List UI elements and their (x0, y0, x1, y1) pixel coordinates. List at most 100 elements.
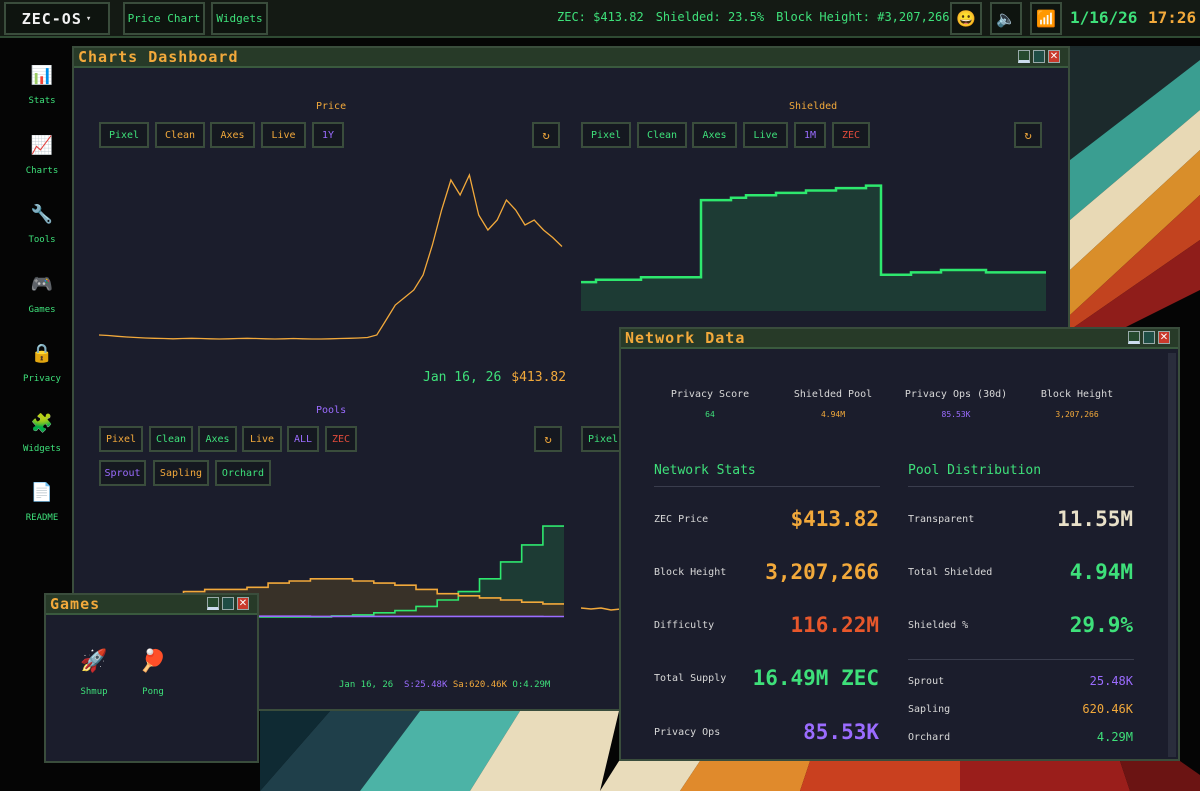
network-stats-title: Network Stats (654, 463, 756, 478)
divider (908, 486, 1134, 487)
pool-detail-value: 25.48K (1089, 674, 1133, 688)
games-window: Games ✕ 🚀 Shmup 🏓 Pong (44, 593, 259, 763)
minimize-icon[interactable] (1018, 50, 1030, 63)
pools-unit-button[interactable]: ZEC (325, 426, 357, 452)
game-label: Shmup (80, 687, 108, 697)
smiley-icon[interactable]: 😀 (950, 2, 982, 35)
shielded-chart (581, 184, 1046, 311)
pools-refresh-button[interactable]: ↻ (534, 426, 562, 452)
pools-readout: Jan 16, 26 S:25.48K Sa:620.46K O:4.29M (339, 680, 550, 690)
taskbar-app-label: Widgets (216, 12, 263, 25)
stat-value: $413.82 (790, 507, 879, 531)
clock-date: 1/16/26 (1070, 8, 1138, 27)
maximize-icon[interactable] (1143, 331, 1155, 344)
game-pong[interactable]: 🏓 Pong (123, 649, 183, 697)
window-titlebar[interactable]: Network Data ✕ (621, 329, 1178, 349)
window-title: Network Data (625, 329, 746, 347)
price-live-button[interactable]: Live (261, 122, 306, 148)
pools-clean-button[interactable]: Clean (149, 426, 193, 452)
kpi-label: Shielded Pool (793, 389, 873, 400)
block-height-status: Block Height: #3,207,266 (776, 10, 950, 24)
price-refresh-button[interactable]: ↻ (532, 122, 560, 148)
price-axes-button[interactable]: Axes (210, 122, 255, 148)
shielded-axes-button[interactable]: Axes (692, 122, 737, 148)
price-pixel-button[interactable]: Pixel (99, 122, 149, 148)
pools-panel-title: Pools (316, 405, 347, 416)
maximize-icon[interactable] (1033, 50, 1045, 63)
close-icon[interactable]: ✕ (237, 597, 249, 610)
sidebar-item-tools[interactable]: 🔧 Tools (0, 203, 84, 245)
taskbar-app-widgets[interactable]: Widgets (211, 2, 268, 35)
close-icon[interactable]: ✕ (1048, 50, 1060, 63)
sidebar-item-charts[interactable]: 📈 Charts (0, 134, 84, 176)
kpi-label: Privacy Ops (30d) (904, 389, 1008, 400)
line-chart-icon: 📈 (30, 135, 54, 156)
pool-detail-value: 4.29M (1096, 730, 1133, 744)
taskbar-app-label: Price Chart (127, 12, 201, 25)
signal-icon[interactable]: 📶 (1030, 2, 1062, 35)
sidebar-item-widgets[interactable]: 🧩 Widgets (0, 412, 84, 454)
pools-axes-button[interactable]: Axes (198, 426, 237, 452)
pool-value: 29.9% (1069, 613, 1133, 637)
start-menu-button[interactable]: ZEC-OS ▾ (4, 2, 110, 35)
stat-label: ZEC Price (654, 514, 709, 525)
pool-detail-label: Orchard (908, 732, 951, 743)
minimize-icon[interactable] (1128, 331, 1140, 344)
window-controls: ✕ (1128, 331, 1170, 344)
window-controls: ✕ (1018, 50, 1060, 63)
gamepad-icon: 🎮 (30, 274, 54, 295)
pool-orchard-button[interactable]: Orchard (215, 460, 271, 486)
window-title: Games (50, 595, 101, 613)
divider (654, 486, 880, 487)
pool-value: 11.55M (1057, 507, 1133, 531)
pool-sprout-button[interactable]: Sprout (99, 460, 146, 486)
ping-pong-icon: 🏓 (139, 649, 167, 674)
game-shmup[interactable]: 🚀 Shmup (64, 649, 124, 697)
document-icon: 📄 (30, 482, 54, 503)
price-readout-date: Jan 16, 26 (423, 370, 502, 385)
game-label: Pong (142, 687, 164, 697)
price-range-button[interactable]: 1Y (312, 122, 344, 148)
pools-live-button[interactable]: Live (242, 426, 282, 452)
sidebar-item-readme[interactable]: 📄 README (0, 481, 84, 523)
shielded-range-button[interactable]: 1M (794, 122, 826, 148)
speaker-icon[interactable]: 🔈 (990, 2, 1022, 35)
chevron-down-icon: ▾ (85, 13, 93, 24)
kpi-privacy-ops: Privacy Ops (30d) 85.53K (891, 389, 1021, 419)
shielded-pixel-button[interactable]: Pixel (581, 122, 631, 148)
window-title: Charts Dashboard (78, 48, 239, 66)
pools-readout-sapling: Sa:620.46K (452, 680, 507, 690)
shielded-live-button[interactable]: Live (743, 122, 788, 148)
window-titlebar[interactable]: Charts Dashboard ✕ (74, 48, 1068, 68)
kpi-value: 85.53K (941, 410, 971, 419)
stat-value: 3,207,266 (765, 560, 879, 584)
puzzle-icon: 🧩 (30, 413, 54, 434)
sidebar-item-label: README (25, 513, 59, 523)
network-data-window: Network Data ✕ Privacy Score 64 Shielded… (619, 327, 1180, 761)
sidebar-item-stats[interactable]: 📊 Stats (0, 64, 84, 106)
pool-detail-value: 620.46K (1082, 702, 1133, 716)
pools-pixel-button[interactable]: Pixel (99, 426, 143, 452)
close-icon[interactable]: ✕ (1158, 331, 1170, 344)
minimize-icon[interactable] (207, 597, 219, 610)
maximize-icon[interactable] (222, 597, 234, 610)
wrench-icon: 🔧 (30, 204, 54, 225)
stat-label: Difficulty (654, 620, 715, 631)
window-titlebar[interactable]: Games ✕ (46, 595, 257, 615)
pool-label: Total Shielded (908, 567, 993, 578)
price-clean-button[interactable]: Clean (155, 122, 205, 148)
zec-price-status: ZEC: $413.82 (557, 10, 644, 24)
shielded-refresh-button[interactable]: ↻ (1014, 122, 1042, 148)
scrollbar[interactable] (1168, 353, 1176, 757)
kpi-privacy-score: Privacy Score 64 (650, 389, 770, 419)
shielded-panel-title: Shielded (789, 101, 838, 112)
taskbar-app-price-chart[interactable]: Price Chart (123, 2, 205, 35)
pools-readout-date: Jan 16, 26 (339, 680, 394, 690)
shielded-clean-button[interactable]: Clean (637, 122, 687, 148)
sidebar-item-games[interactable]: 🎮 Games (0, 273, 84, 315)
pool-sapling-button[interactable]: Sapling (153, 460, 209, 486)
pools-range-button[interactable]: ALL (287, 426, 319, 452)
sidebar-item-label: Tools (28, 235, 56, 245)
shielded-unit-button[interactable]: ZEC (832, 122, 870, 148)
sidebar-item-privacy[interactable]: 🔒 Privacy (0, 342, 84, 384)
